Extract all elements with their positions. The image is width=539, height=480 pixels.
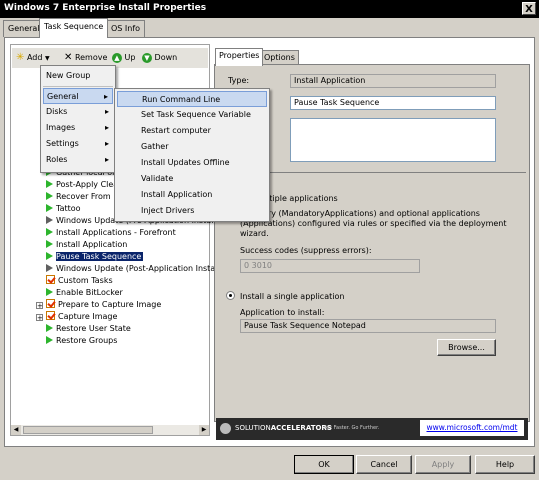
step-icon bbox=[46, 192, 53, 200]
remove-x-icon: ✕ bbox=[64, 52, 73, 63]
submenu-arrow-icon: ▸ bbox=[103, 92, 108, 101]
brand-text: SOLUTION bbox=[235, 424, 271, 432]
install-single-radio[interactable] bbox=[226, 291, 235, 300]
tree-item[interactable]: Tattoo bbox=[46, 203, 81, 215]
add-label: Add bbox=[26, 53, 43, 62]
description-field[interactable] bbox=[290, 118, 496, 162]
step-icon bbox=[46, 324, 53, 332]
group-check-icon bbox=[46, 275, 55, 284]
tree-item[interactable]: Enable BitLocker bbox=[46, 287, 123, 299]
window-title: Windows 7 Enterprise Install Properties bbox=[4, 3, 207, 13]
up-arrow-icon: ▲ bbox=[112, 53, 122, 63]
step-icon bbox=[46, 180, 53, 188]
menu-item-settings[interactable]: Settings ▸ bbox=[43, 136, 113, 152]
step-icon bbox=[46, 288, 53, 296]
name-field[interactable]: Pause Task Sequence bbox=[290, 96, 496, 110]
tree-item[interactable]: Restore Groups bbox=[46, 335, 117, 347]
tab-options[interactable]: Options bbox=[260, 50, 299, 65]
submenu-arrow-icon: ▸ bbox=[104, 155, 109, 164]
success-codes-field: 0 3010 bbox=[240, 259, 420, 273]
tree-item[interactable]: Install Applications - Forefront bbox=[46, 227, 176, 239]
group-check-icon bbox=[46, 299, 55, 308]
submenu-arrow-icon: ▸ bbox=[104, 107, 109, 116]
tree-item[interactable]: Install Application bbox=[46, 239, 127, 251]
mdt-link[interactable]: www.microsoft.com/mdt bbox=[420, 420, 524, 436]
menu-item-validate[interactable]: Validate bbox=[117, 171, 267, 187]
step-icon bbox=[46, 228, 53, 236]
menu-item-new-group[interactable]: New Group bbox=[43, 68, 113, 84]
add-button[interactable]: ✳ Add ▼ bbox=[16, 51, 50, 65]
menu-item-disks[interactable]: Disks ▸ bbox=[43, 104, 113, 120]
general-submenu: Run Command Line Set Task Sequence Varia… bbox=[114, 88, 270, 222]
up-button[interactable]: ▲ Up bbox=[112, 51, 135, 65]
success-codes-label: Success codes (suppress errors): bbox=[240, 246, 372, 255]
multiple-description: andatory (MandatoryApplications) and opt… bbox=[240, 209, 507, 238]
add-star-icon: ✳ bbox=[16, 52, 25, 63]
accelerator-logo-icon bbox=[220, 423, 231, 434]
chevron-down-icon: ▼ bbox=[44, 55, 50, 62]
menu-item-gather[interactable]: Gather bbox=[117, 139, 267, 155]
step-disabled-icon bbox=[46, 216, 53, 224]
menu-item-general[interactable]: General ▸ bbox=[43, 88, 113, 104]
tab-properties[interactable]: Properties bbox=[215, 48, 264, 66]
menu-item-install-updates-offline[interactable]: Install Updates Offline bbox=[117, 155, 267, 171]
remove-label: Remove bbox=[74, 53, 108, 62]
cancel-button[interactable]: Cancel bbox=[356, 455, 412, 474]
group-check-icon bbox=[46, 311, 55, 320]
down-button[interactable]: ▼ Down bbox=[142, 51, 177, 65]
menu-item-inject-drivers[interactable]: Inject Drivers bbox=[117, 203, 267, 219]
scroll-left-icon[interactable]: ◀ bbox=[11, 425, 21, 435]
type-field: Install Application bbox=[290, 74, 496, 88]
menu-separator bbox=[43, 86, 113, 87]
tree-item[interactable]: Restore User State bbox=[46, 323, 131, 335]
solution-accelerators-banner: SOLUTIONACCELERATORS Act Faster. Go Furt… bbox=[216, 418, 528, 440]
tree-horizontal-scrollbar[interactable]: ◀ ▶ bbox=[11, 425, 209, 435]
step-icon bbox=[46, 204, 53, 212]
step-icon bbox=[46, 336, 53, 344]
tree-group[interactable]: Capture Image bbox=[46, 311, 117, 323]
application-to-install-label: Application to install: bbox=[240, 308, 325, 317]
title-bar: Windows 7 Enterprise Install Properties … bbox=[0, 0, 539, 18]
submenu-arrow-icon: ▸ bbox=[104, 139, 109, 148]
step-disabled-icon bbox=[46, 264, 53, 272]
tree-group[interactable]: Prepare to Capture Image bbox=[46, 299, 161, 311]
help-button[interactable]: Help bbox=[475, 455, 535, 474]
ok-button[interactable]: OK bbox=[294, 455, 354, 474]
expand-toggle[interactable]: + bbox=[36, 314, 43, 322]
step-icon bbox=[46, 240, 53, 248]
scroll-right-icon[interactable]: ▶ bbox=[199, 425, 209, 435]
apply-button[interactable]: Apply bbox=[415, 455, 471, 474]
tab-task-sequence[interactable]: Task Sequence bbox=[39, 18, 109, 38]
banner-tagline: Act Faster. Go Further. bbox=[324, 425, 380, 431]
menu-item-restart-computer[interactable]: Restart computer bbox=[117, 123, 267, 139]
application-field: Pause Task Sequence Notepad bbox=[240, 319, 496, 333]
up-label: Up bbox=[124, 53, 136, 62]
remove-button[interactable]: ✕ Remove bbox=[64, 51, 107, 65]
tree-item-selected[interactable]: Pause Task Sequence bbox=[46, 251, 144, 263]
add-menu: New Group General ▸ Disks ▸ Images ▸ Settin… bbox=[40, 65, 116, 173]
menu-item-install-application[interactable]: Install Application bbox=[117, 187, 267, 203]
submenu-arrow-icon: ▸ bbox=[104, 123, 109, 132]
menu-item-run-command-line[interactable]: Run Command Line bbox=[117, 91, 267, 107]
menu-item-images[interactable]: Images ▸ bbox=[43, 120, 113, 136]
type-label: Type: bbox=[228, 76, 250, 85]
install-multiple-label[interactable]: ultiple applications bbox=[262, 194, 338, 203]
expand-toggle[interactable]: + bbox=[36, 302, 43, 310]
menu-item-set-variable[interactable]: Set Task Sequence Variable bbox=[117, 107, 267, 123]
step-icon bbox=[46, 252, 53, 260]
brand-bold-text: ACCELERATORS bbox=[270, 424, 332, 432]
menu-item-roles[interactable]: Roles ▸ bbox=[43, 152, 113, 168]
tab-os-info[interactable]: OS Info bbox=[106, 20, 146, 37]
down-arrow-icon: ▼ bbox=[142, 53, 152, 63]
browse-button[interactable]: Browse... bbox=[437, 339, 496, 356]
close-button[interactable]: X bbox=[522, 2, 536, 15]
down-label: Down bbox=[154, 53, 178, 62]
scroll-thumb[interactable] bbox=[23, 426, 153, 434]
install-single-label[interactable]: Install a single application bbox=[240, 292, 344, 301]
tree-group[interactable]: Custom Tasks bbox=[46, 275, 113, 287]
